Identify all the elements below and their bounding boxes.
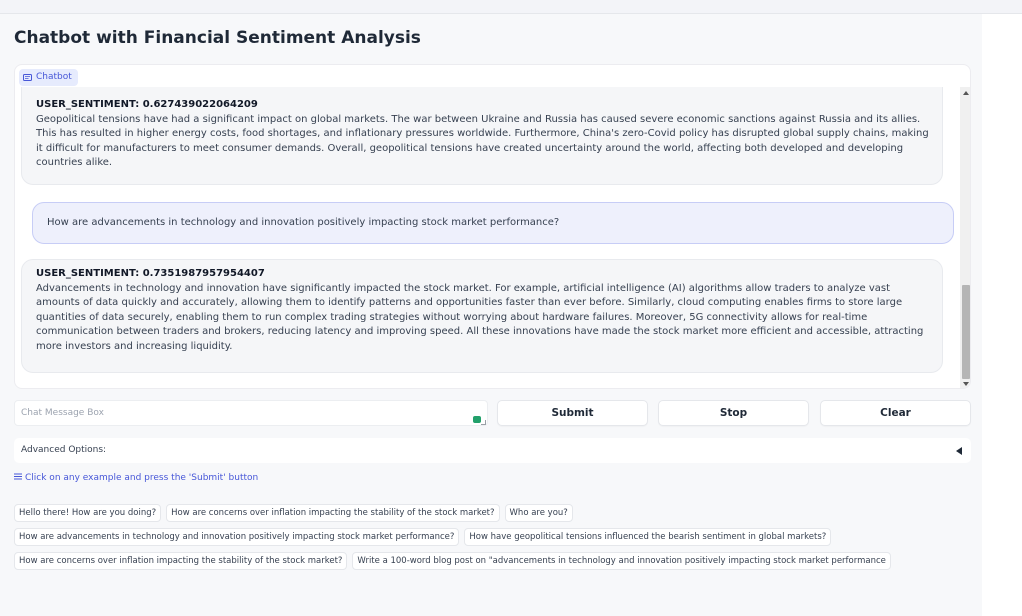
scrollbar-thumb[interactable] [962,285,970,379]
chat-message-input[interactable] [14,400,488,426]
scroll-down-arrow-icon[interactable] [963,382,969,386]
example-chip[interactable]: Hello there! How are you doing? [14,504,162,522]
input-row: Submit Stop Clear [14,400,971,426]
sentiment-score: USER_SENTIMENT: 0.7351987957954407 [36,268,265,279]
resize-handle-icon[interactable] [481,420,486,425]
message-list: USER_SENTIMENT: 0.627439022064209 Geopol… [15,87,960,388]
examples-row: How are advancements in technology and i… [14,528,832,546]
chat-scrollbar[interactable] [960,87,970,388]
clear-button[interactable]: Clear [820,400,971,426]
submit-button[interactable]: Submit [497,400,648,426]
examples-row: How are concerns over inflation impactin… [14,552,891,570]
app-container: Chatbot with Financial Sentiment Analysi… [0,14,982,616]
example-chip[interactable]: How are advancements in technology and i… [14,528,460,546]
example-chip[interactable]: How are concerns over inflation impactin… [166,504,500,522]
caret-left-icon[interactable] [956,447,962,455]
bot-message-text: Advancements in technology and innovatio… [36,282,924,352]
examples-header: Click on any example and press the 'Subm… [14,473,258,483]
advanced-options-accordion[interactable]: Advanced Options: [14,438,971,463]
examples-row: Hello there! How are you doing? How are … [14,504,573,522]
top-strip [0,0,1022,14]
example-chip[interactable]: How are concerns over inflation impactin… [14,552,348,570]
stop-button[interactable]: Stop [658,400,809,426]
bot-message: USER_SENTIMENT: 0.7351987957954407 Advan… [21,259,943,373]
scroll-up-arrow-icon[interactable] [963,91,969,95]
list-icon [14,473,22,483]
example-chip[interactable]: How have geopolitical tensions influence… [464,528,832,546]
bot-message-text: Geopolitical tensions have had a signifi… [36,113,929,169]
page-title: Chatbot with Financial Sentiment Analysi… [14,28,421,48]
grammarly-icon[interactable] [473,416,481,423]
chatbot-panel: Chatbot USER_SENTIMENT: 0.62743902206420… [14,64,971,389]
chatbot-label-text: Chatbot [36,72,72,82]
example-chip[interactable]: Write a 100-word blog post on "advanceme… [352,552,891,570]
chatbot-label-badge: Chatbot [19,69,78,86]
user-message: How are advancements in technology and i… [32,202,954,244]
sentiment-score: USER_SENTIMENT: 0.627439022064209 [36,99,258,110]
bot-message: USER_SENTIMENT: 0.627439022064209 Geopol… [21,87,943,185]
chat-bubble-icon [23,73,32,82]
advanced-options-label: Advanced Options: [21,445,107,455]
example-chip[interactable]: Who are you? [504,504,573,522]
examples-header-text: Click on any example and press the 'Subm… [25,473,259,483]
